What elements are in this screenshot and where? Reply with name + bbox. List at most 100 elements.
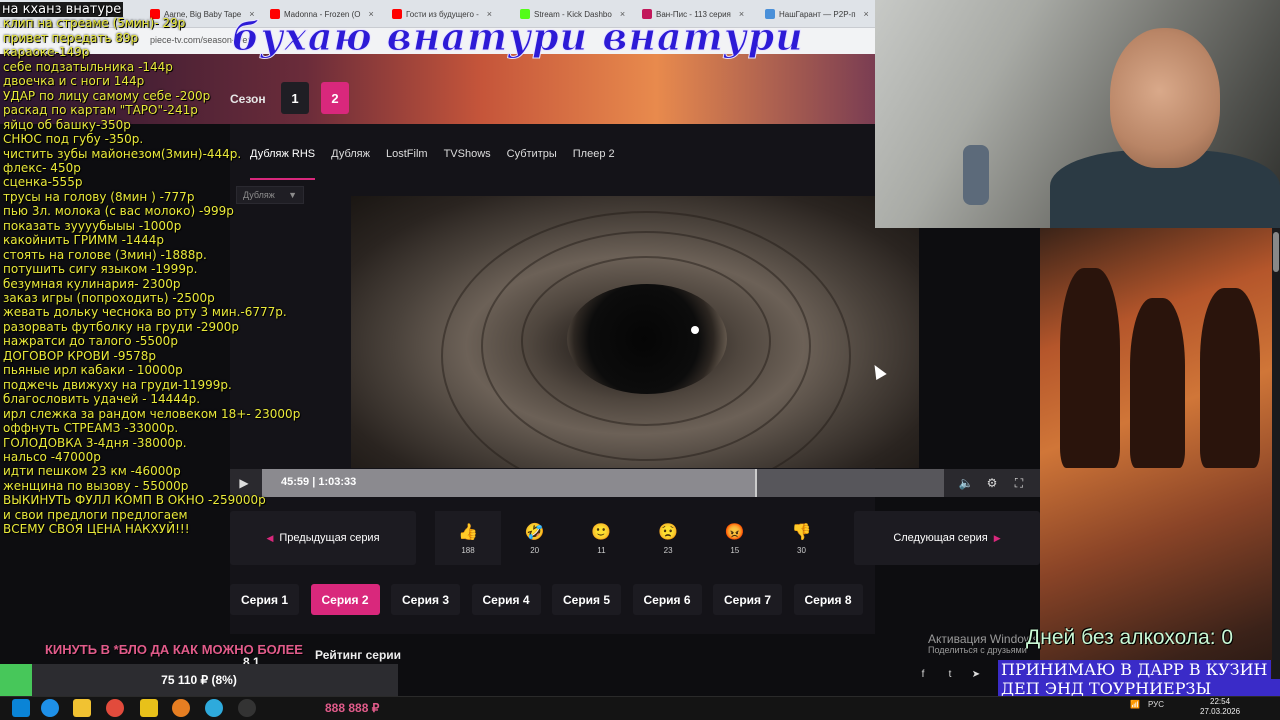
player-tab[interactable]: Дубляж — [331, 128, 370, 180]
clock[interactable]: 22:54 27.03.2026 — [1200, 697, 1240, 717]
donation-item: безумная кулинария- 2300р — [3, 276, 181, 291]
windows-activation-title: Активация Windows — [928, 632, 1039, 646]
stream-banner-line: ПРИНИМАЮ В ДАРР В КУЗИН — [998, 660, 1271, 679]
progress-handle[interactable] — [755, 469, 757, 497]
episode-button[interactable]: Серия 4 — [471, 584, 541, 615]
donation-item: нажратси до талого -5500р — [3, 334, 178, 349]
reaction-emoji-icon: 😡 — [724, 523, 745, 541]
chrome-icon[interactable] — [106, 699, 124, 717]
donation-item: потушить сигу языком -1999р. — [3, 262, 198, 277]
chevron-right-icon: ▶ — [993, 532, 1001, 543]
windows-activation-text: Поделиться с друзьями — [928, 645, 1027, 655]
reaction-count: 20 — [530, 545, 540, 555]
clock-time: 22:54 — [1210, 697, 1231, 706]
donation-item: женщина по вызову - 55000р — [3, 478, 189, 493]
wifi-icon[interactable]: 📶 — [1130, 700, 1140, 709]
episode-button[interactable]: Серия 3 — [391, 584, 461, 615]
gear-icon[interactable]: ⚙ — [982, 473, 1002, 493]
reaction-button[interactable]: 🙂 11 — [568, 511, 634, 565]
telegram-taskbar-icon[interactable] — [205, 699, 223, 717]
folder-icon[interactable] — [73, 699, 91, 717]
telegram-icon[interactable]: ➤ — [966, 664, 986, 684]
app-icon[interactable] — [140, 699, 158, 717]
eye-glint — [691, 326, 699, 334]
prev-episode-label: Предыдущая серия — [279, 532, 380, 544]
donation-item: двоечка и с ноги 144р — [3, 74, 145, 89]
stream-overlay-title: бухаю внатури внатури — [232, 14, 804, 60]
donation-item: караоке-149р — [3, 45, 90, 60]
reaction-button[interactable]: 👍 188 — [435, 511, 501, 565]
windows-start-icon[interactable] — [12, 699, 30, 717]
donation-item: ирл слежка за рандом человеком 18+- 2300… — [3, 406, 301, 421]
donation-prompt: КИНУТЬ В *БЛО ДА КАК МОЖНО БОЛЕЕ — [45, 642, 303, 657]
player-tab[interactable]: Субтитры — [507, 128, 557, 180]
donation-item: оффнуть СТРЕАМЗ -33000р. — [3, 421, 179, 436]
twitter-icon[interactable]: t — [940, 664, 960, 684]
donation-item: заказ игры (попроходить) -2500р — [3, 291, 215, 305]
close-icon[interactable]: × — [864, 9, 869, 19]
facebook-icon[interactable]: f — [913, 664, 933, 684]
obs-icon[interactable] — [238, 699, 256, 717]
reaction-count: 15 — [730, 545, 740, 555]
webcam-overlay — [875, 0, 1280, 228]
donation-item: какойнить ГРИММ -1444р — [3, 233, 165, 248]
donation-menu: на кханз внатуре клип на стреаме (5мин)- … — [0, 0, 300, 540]
donation-item: СНЮС под губу -350р. — [3, 132, 144, 147]
edge-icon[interactable] — [41, 699, 59, 717]
donation-item: благословить удачей - 14444р. — [3, 392, 201, 407]
donation-item: ДОГОВОР КРОВИ -9578р — [3, 348, 157, 363]
time-display: 45:59 | 1:03:33 — [281, 476, 357, 488]
episode-button[interactable]: Серия 6 — [632, 584, 702, 615]
reaction-emoji-icon: 😟 — [658, 523, 679, 541]
reaction-count: 23 — [663, 545, 673, 555]
app-icon[interactable] — [172, 699, 190, 717]
reaction-emoji-icon: 🙂 — [591, 523, 612, 541]
scrollbar-thumb[interactable] — [1273, 232, 1279, 272]
season-button-2[interactable]: 2 — [321, 82, 349, 114]
eye — [567, 284, 727, 394]
player-tab[interactable]: LostFilm — [386, 128, 428, 180]
rating-label: Рейтинг серии — [315, 648, 402, 662]
reaction-count: 30 — [797, 545, 806, 555]
microphone — [963, 145, 989, 205]
reaction-button[interactable]: 👎 30 — [769, 511, 835, 565]
donation-item: трусы на голову (8мин ) -777р — [3, 189, 195, 204]
volume-icon[interactable]: 🔈 — [956, 473, 976, 493]
donation-item: себе подзатыльника -144р — [3, 59, 173, 74]
next-episode-button[interactable]: Следующая серия ▶ — [854, 511, 1040, 565]
donation-goal-text: 75 110 ₽ (8%) — [161, 673, 237, 687]
donation-item: сценка-555р — [3, 175, 83, 190]
reaction-button[interactable]: 😟 23 — [635, 511, 701, 565]
reaction-button[interactable]: 🤣 20 — [502, 511, 568, 565]
reaction-button[interactable]: 😡 15 — [702, 511, 768, 565]
episode-button[interactable]: Серия 1 — [230, 584, 300, 615]
donation-item: нальсо -47000р — [3, 449, 101, 464]
donation-item: раскад по картам "ТАРО"-241р — [3, 103, 198, 118]
episode-button[interactable]: Серия 5 — [552, 584, 622, 615]
donation-item: стоять на голове (3мин) -1888р. — [3, 247, 207, 262]
donation-item: поджечь движуху на груди-11999р. — [3, 377, 232, 392]
sober-days-counter: Дней без алкохола: 0 — [1026, 626, 1234, 649]
donation-item: яйцо об башку-350р — [3, 117, 131, 132]
episode-button[interactable]: Серия 7 — [713, 584, 783, 615]
video-frame[interactable] — [351, 196, 919, 468]
player-tab[interactable]: TVShows — [444, 128, 491, 180]
fullscreen-icon[interactable]: ⛶ — [1009, 473, 1029, 493]
player-tab[interactable]: Плеер 2 — [573, 128, 615, 180]
episode-button[interactable]: Серия 8 — [793, 584, 863, 615]
reaction-count: 11 — [597, 545, 606, 555]
episode-button[interactable]: Серия 2 — [310, 584, 380, 615]
player-tabs: Дубляж RHS Дубляж LostFilm TVShows Субтитры П… — [230, 128, 875, 180]
reaction-count: 188 — [461, 545, 475, 555]
clock-date: 27.03.2026 — [1200, 707, 1241, 716]
donation-item: жевать дольку чеснока во рту 3 мин.-6777… — [3, 305, 287, 320]
streamer-face — [1110, 28, 1220, 168]
page-scrollbar[interactable] — [1272, 228, 1280, 708]
input-language[interactable]: РУС — [1148, 700, 1164, 709]
donation-item: разорвать футболку на груди -2900р — [3, 319, 239, 334]
donation-item: привет передать 89р — [3, 30, 139, 45]
reaction-emoji-icon: 👎 — [791, 523, 812, 541]
windows-taskbar — [0, 696, 1280, 720]
system-tray: 📶 РУС — [1130, 700, 1164, 709]
character-silhouette — [1130, 298, 1185, 468]
